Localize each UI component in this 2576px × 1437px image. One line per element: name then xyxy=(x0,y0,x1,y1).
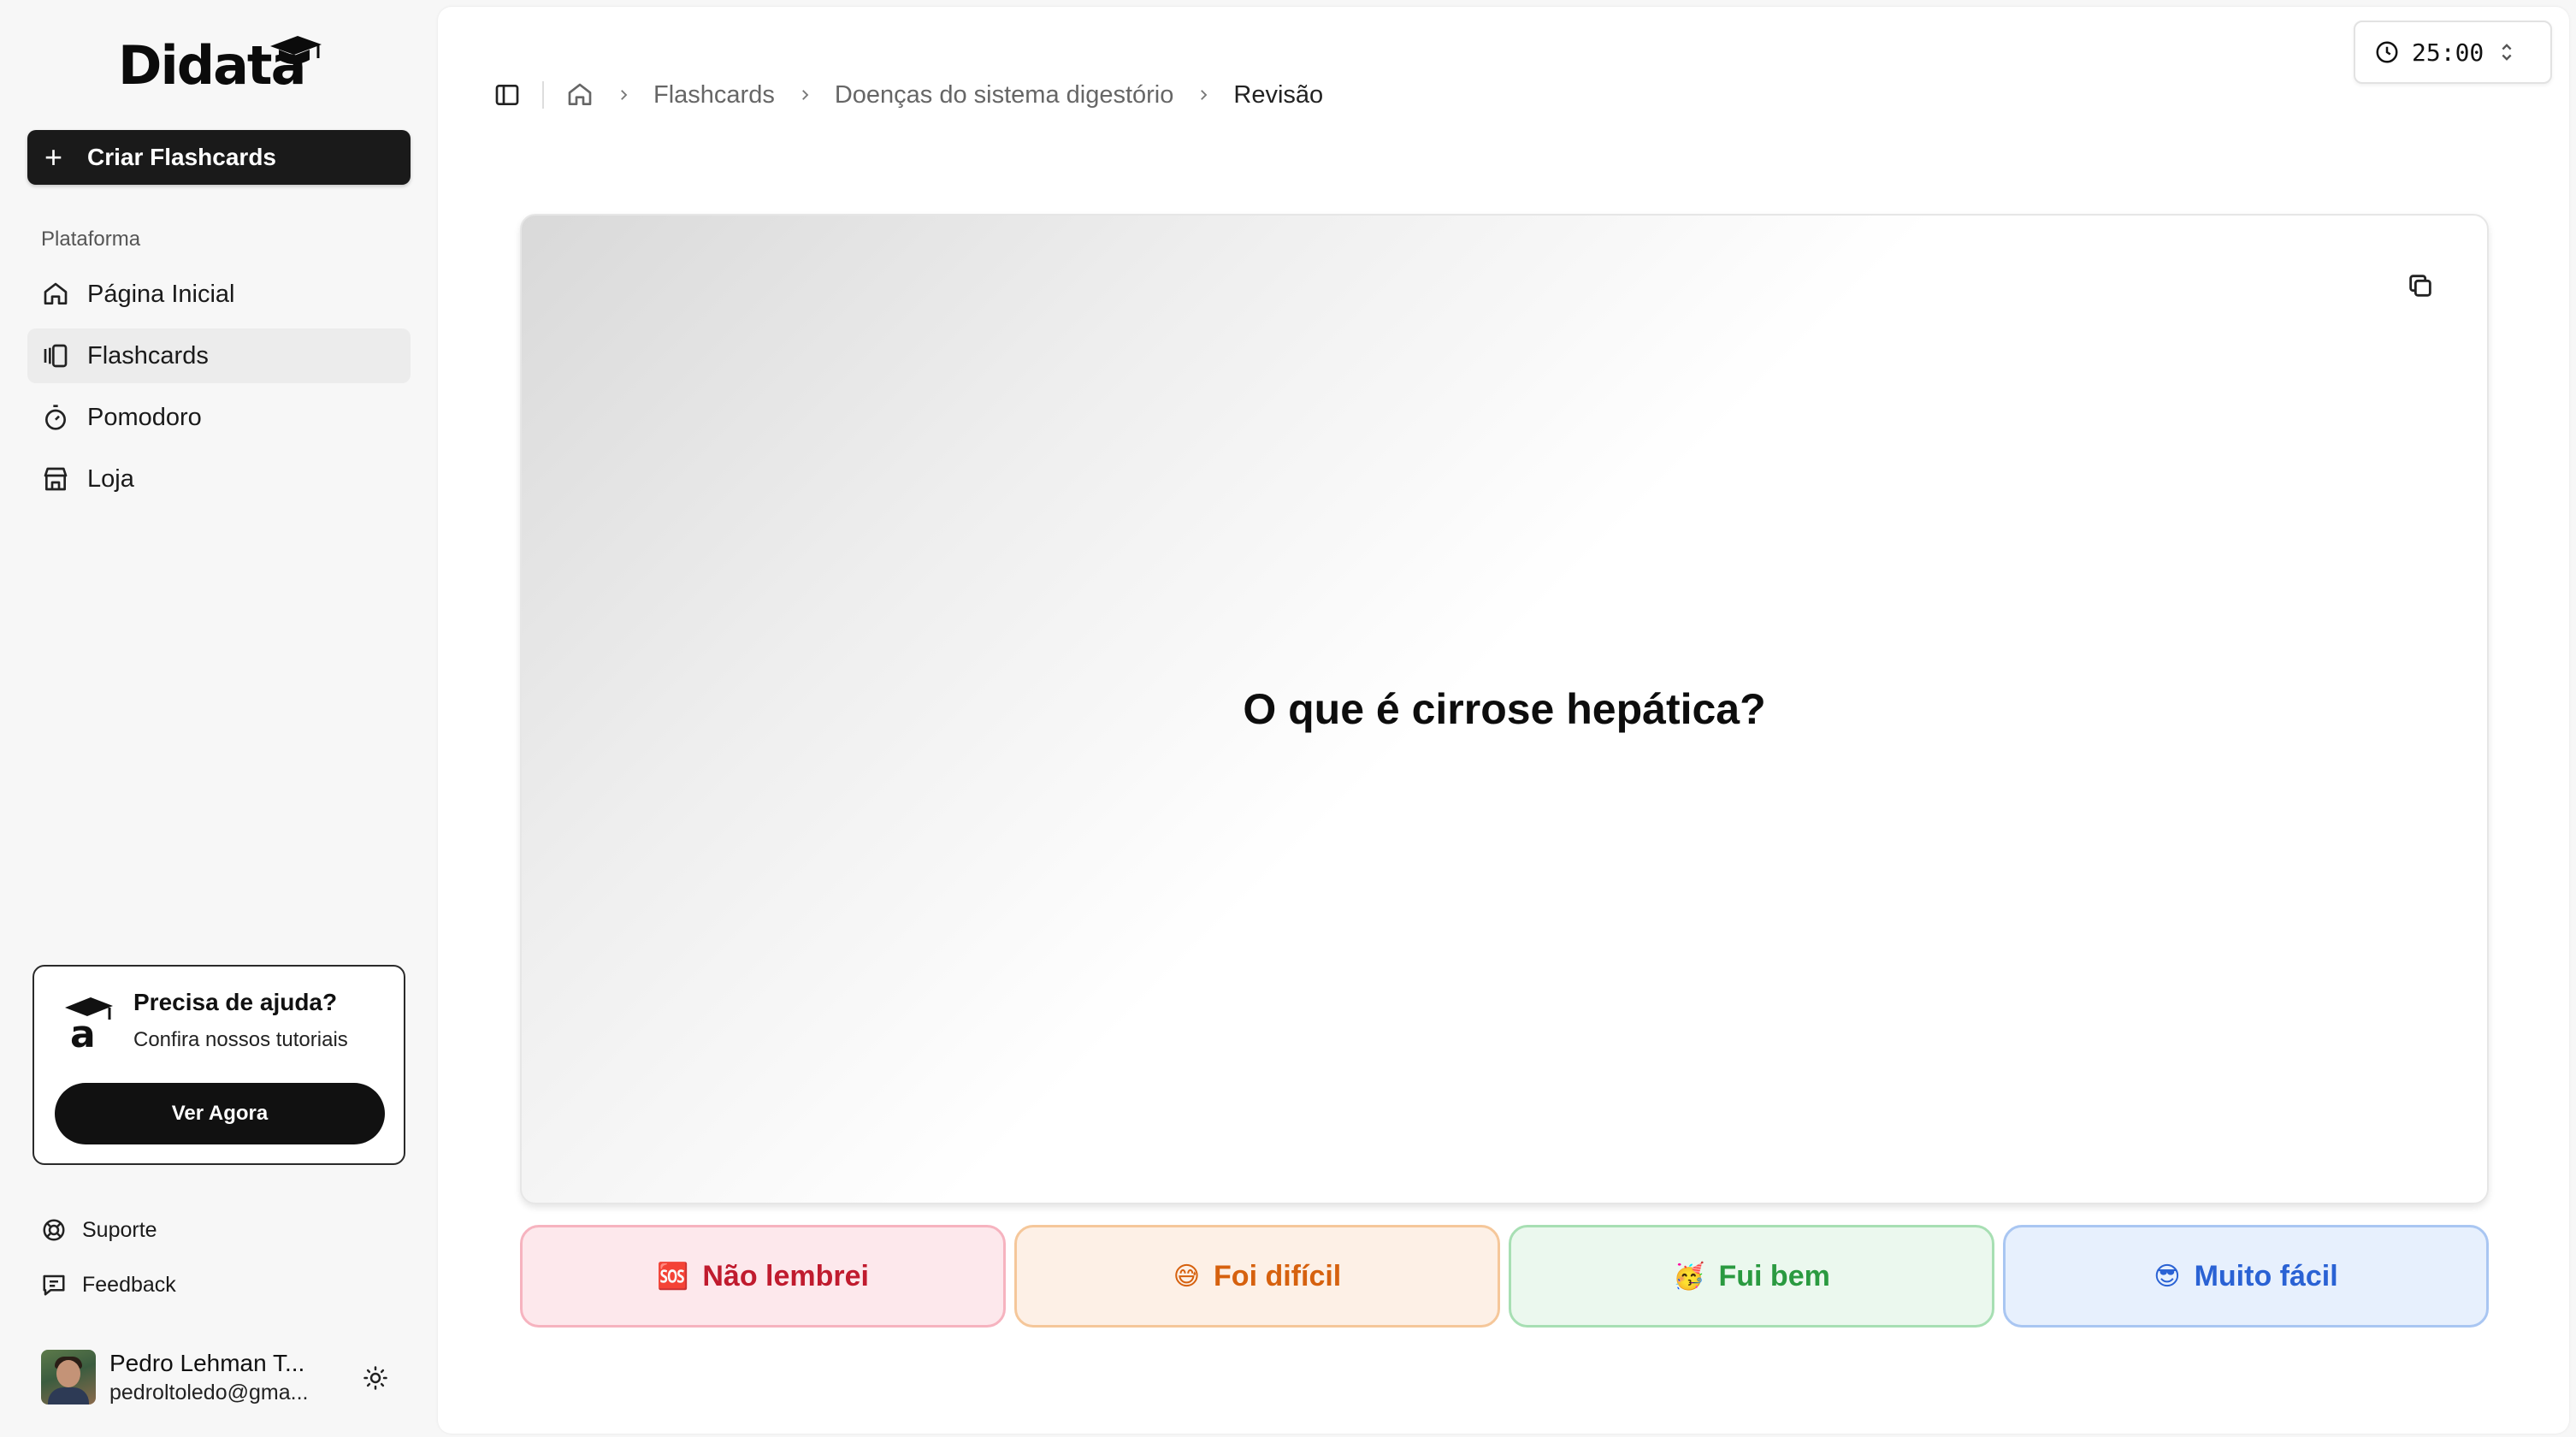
home-icon xyxy=(41,280,70,309)
chevron-right-icon xyxy=(1196,87,1211,103)
breadcrumb-home[interactable] xyxy=(566,81,594,109)
see-now-button[interactable]: Ver Agora xyxy=(55,1083,385,1144)
divider xyxy=(542,81,544,109)
chevron-right-icon xyxy=(616,87,631,103)
sweat-smile-icon: 😅 xyxy=(1173,1261,1201,1292)
sidebar-item-label: Página Inicial xyxy=(87,280,235,308)
sidebar-item-pomodoro[interactable]: Pomodoro xyxy=(27,390,411,445)
answer-label: Foi difícil xyxy=(1214,1259,1342,1292)
tutorial-logo-icon: a xyxy=(62,992,116,1056)
answer-forgot-button[interactable]: 🆘 Não lembrei xyxy=(520,1225,1006,1328)
answer-buttons: 🆘 Não lembrei 😅 Foi difícil 🥳 Fui bem 😎 … xyxy=(520,1225,2489,1328)
user-name: Pedro Lehman T... xyxy=(109,1350,305,1376)
sun-icon[interactable] xyxy=(361,1363,390,1393)
clock-icon xyxy=(2376,41,2398,63)
help-card: a Precisa de ajuda? Confira nossos tutor… xyxy=(32,965,405,1165)
chevron-right-icon xyxy=(797,87,812,103)
user-profile[interactable]: Pedro Lehman T... pedroltoledo@gma... xyxy=(41,1350,409,1406)
flashcard[interactable]: O que é cirrose hepática? xyxy=(520,214,2489,1204)
store-icon xyxy=(41,464,70,494)
sidebar-item-label: Flashcards xyxy=(87,341,209,370)
copy-icon[interactable] xyxy=(2403,269,2437,303)
app: Didata + Criar Flashcards Plataforma Pág… xyxy=(0,0,2576,1437)
sidebar-toggle-icon[interactable] xyxy=(493,80,522,109)
sunglasses-face-icon: 😎 xyxy=(2154,1261,2181,1292)
chevron-up-down-icon xyxy=(2497,40,2516,64)
breadcrumb-item-deck[interactable]: Doenças do sistema digestório xyxy=(835,81,1174,109)
sidebar-item-label: Loja xyxy=(87,464,134,493)
feedback-link[interactable]: Feedback xyxy=(41,1266,176,1304)
sidebar-item-flashcards[interactable]: Flashcards xyxy=(27,328,411,383)
support-label: Suporte xyxy=(82,1217,157,1242)
sidebar-item-label: Pomodoro xyxy=(87,403,202,431)
message-icon xyxy=(41,1272,68,1298)
sidebar-item-store[interactable]: Loja xyxy=(27,452,411,506)
stopwatch-icon xyxy=(41,403,70,432)
logo[interactable]: Didata xyxy=(118,31,322,99)
answer-good-button[interactable]: 🥳 Fui bem xyxy=(1509,1225,1994,1328)
create-flashcards-label: Criar Flashcards xyxy=(87,144,276,170)
user-email: pedroltoledo@gma... xyxy=(109,1381,309,1404)
answer-label: Fui bem xyxy=(1718,1259,1830,1292)
sidebar-item-home[interactable]: Página Inicial xyxy=(27,267,411,322)
pomodoro-timer-select[interactable]: 25:00 xyxy=(2354,21,2552,84)
breadcrumb: Flashcards Doenças do sistema digestório… xyxy=(493,70,1323,120)
flashcard-question: O que é cirrose hepática? xyxy=(1243,685,1766,733)
support-link[interactable]: Suporte xyxy=(41,1211,157,1249)
home-icon xyxy=(568,83,592,105)
avatar xyxy=(41,1350,96,1404)
answer-easy-button[interactable]: 😎 Muito fácil xyxy=(2003,1225,2489,1328)
breadcrumb-item-flashcards[interactable]: Flashcards xyxy=(653,81,775,109)
breadcrumb-item-current: Revisão xyxy=(1233,80,1324,109)
timer-value: 25:00 xyxy=(2412,38,2484,67)
sos-icon: 🆘 xyxy=(657,1261,689,1292)
main-panel: Flashcards Doenças do sistema digestório… xyxy=(438,7,2569,1434)
help-title: Precisa de ajuda? xyxy=(133,989,338,1015)
feedback-label: Feedback xyxy=(82,1272,176,1297)
answer-hard-button[interactable]: 😅 Foi difícil xyxy=(1014,1225,1500,1328)
party-face-icon: 🥳 xyxy=(1673,1261,1705,1292)
lifebuoy-icon xyxy=(41,1217,68,1243)
flashcards-icon xyxy=(41,341,70,370)
graduation-cap-icon xyxy=(270,36,322,64)
answer-label: Não lembrei xyxy=(702,1259,869,1292)
create-flashcards-button[interactable]: + Criar Flashcards xyxy=(27,130,411,185)
sidebar: Didata + Criar Flashcards Plataforma Pág… xyxy=(0,0,438,1437)
answer-label: Muito fácil xyxy=(2194,1259,2338,1292)
svg-text:a: a xyxy=(70,1013,96,1050)
help-subtitle: Confira nossos tutoriais xyxy=(133,1028,348,1051)
section-label: Plataforma xyxy=(41,228,141,251)
plus-icon: + xyxy=(44,139,63,174)
